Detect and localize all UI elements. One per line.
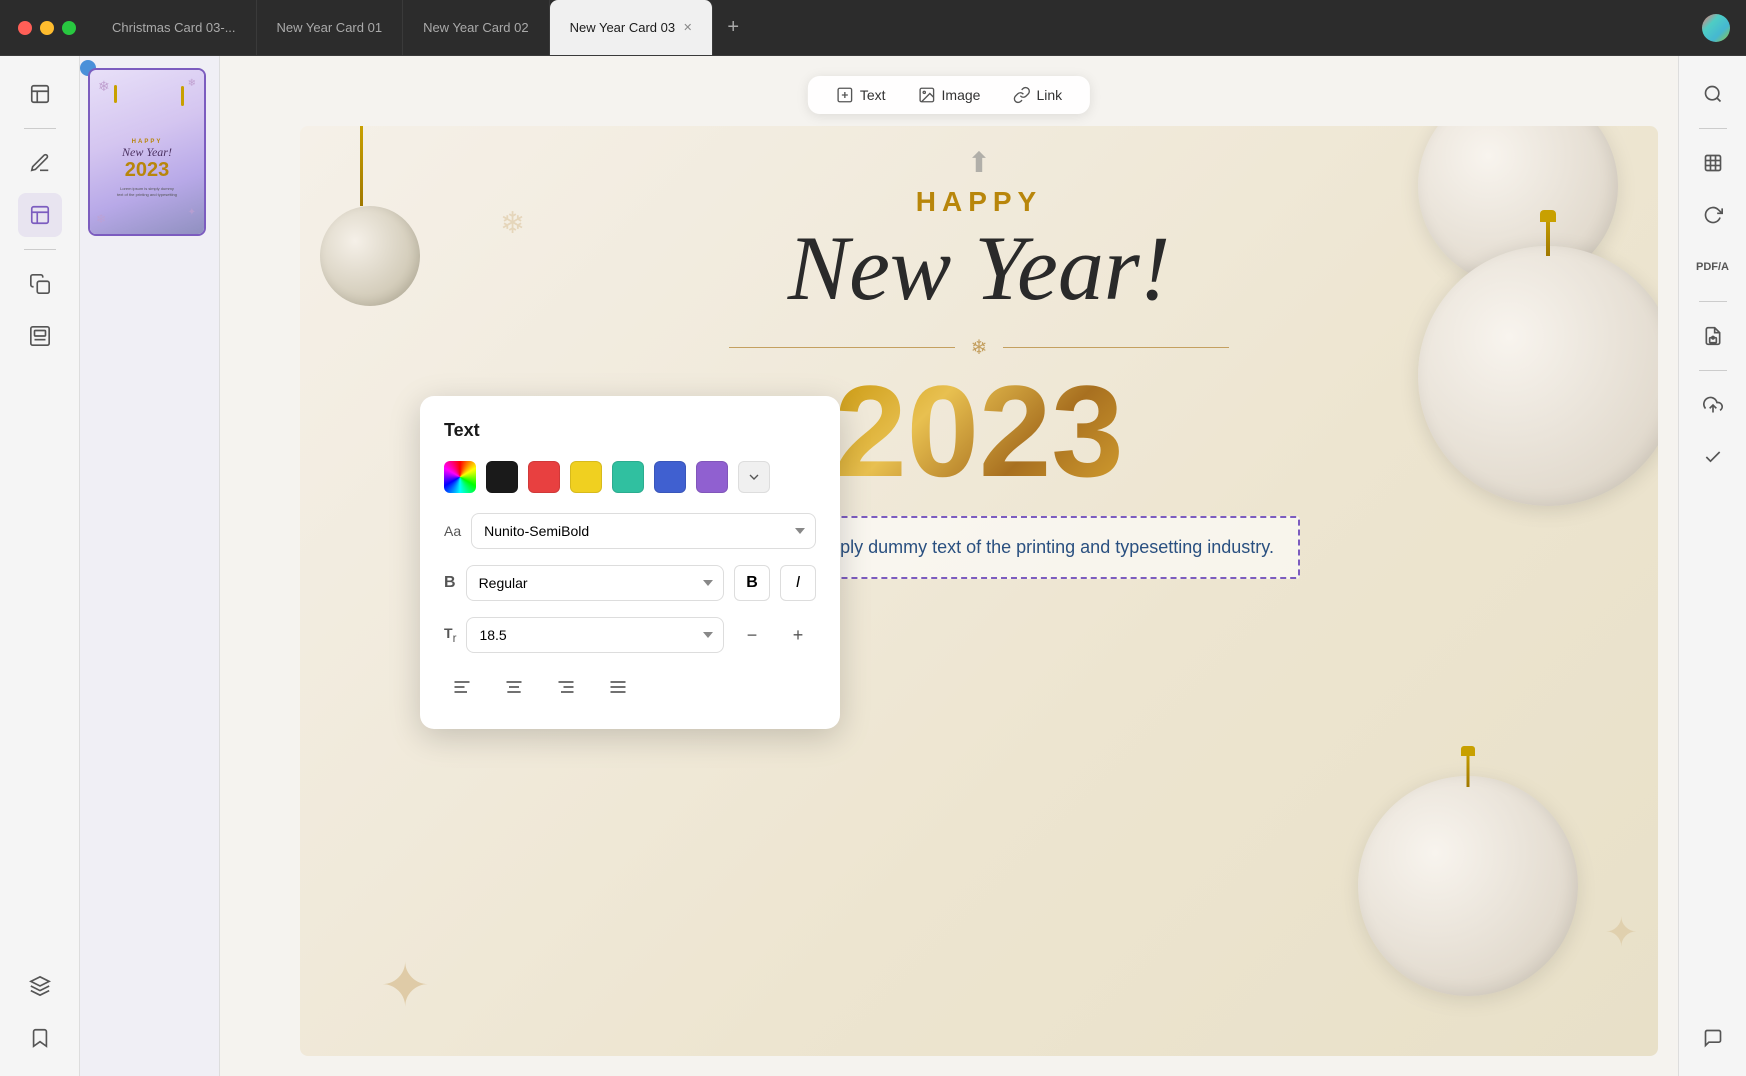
right-sep-1 bbox=[1699, 128, 1727, 129]
ornament-bottom-right bbox=[1358, 776, 1578, 996]
align-row bbox=[444, 669, 816, 705]
color-swatch-purple[interactable] bbox=[696, 461, 728, 493]
chat-icon[interactable] bbox=[1691, 1016, 1735, 1060]
link-tool-label: Link bbox=[1036, 87, 1062, 103]
divider-snowflake: ❄ bbox=[971, 335, 988, 360]
sidebar-icon-layers[interactable] bbox=[18, 964, 62, 1008]
tab-new-year-03[interactable]: New Year Card 03 ✕ bbox=[550, 0, 714, 55]
profile-avatar[interactable] bbox=[1702, 14, 1730, 42]
color-swatch-teal[interactable] bbox=[612, 461, 644, 493]
image-tool-button[interactable]: Image bbox=[918, 86, 981, 104]
right-sep-3 bbox=[1699, 370, 1727, 371]
ornament-right-mid bbox=[1418, 246, 1658, 506]
color-more-button[interactable] bbox=[738, 461, 770, 493]
text-tool-label: Text bbox=[860, 87, 886, 103]
right-sidebar: PDF/A bbox=[1678, 56, 1746, 1076]
size-decrease-button[interactable]: − bbox=[734, 617, 770, 653]
bold-button[interactable]: B bbox=[734, 565, 770, 601]
snowflake-right-bottom: ✦ bbox=[1604, 910, 1638, 956]
titlebar: Christmas Card 03-... New Year Card 01 N… bbox=[0, 0, 1746, 56]
color-palette-icon[interactable] bbox=[444, 461, 476, 493]
traffic-lights bbox=[0, 21, 76, 35]
sidebar-sep-1 bbox=[24, 128, 56, 129]
text-panel-title: Text bbox=[444, 420, 816, 441]
text-tool-button[interactable]: Text bbox=[836, 86, 886, 104]
refresh-icon[interactable] bbox=[1691, 193, 1735, 237]
content-area: Text Image Link bbox=[220, 56, 1678, 1076]
card-year: 2023 bbox=[834, 366, 1123, 496]
image-tool-label: Image bbox=[942, 87, 981, 103]
sidebar-sep-2 bbox=[24, 249, 56, 250]
font-icon-label: Aa bbox=[444, 523, 461, 539]
size-select[interactable]: 18.5 12 14 16 20 24 bbox=[466, 617, 724, 653]
color-swatch-blue[interactable] bbox=[654, 461, 686, 493]
style-row: B Regular Bold Italic Bold Italic B I bbox=[444, 565, 816, 601]
check-send-icon[interactable] bbox=[1691, 435, 1735, 479]
sidebar-icon-pen[interactable] bbox=[18, 141, 62, 185]
card-new-year: New Year! bbox=[788, 218, 1171, 319]
color-swatch-red[interactable] bbox=[528, 461, 560, 493]
thumbnail-panel: ❄ ❄ HAPPY New Year! 2023 Lorem ipsum is … bbox=[80, 56, 220, 1076]
color-swatch-yellow[interactable] bbox=[570, 461, 602, 493]
color-swatch-black[interactable] bbox=[486, 461, 518, 493]
editor-toolbar: Text Image Link bbox=[808, 76, 1090, 114]
right-sep-2 bbox=[1699, 301, 1727, 302]
close-tab-icon[interactable]: ✕ bbox=[683, 21, 692, 34]
fullscreen-button[interactable] bbox=[62, 21, 76, 35]
bold-icon-label: B bbox=[444, 574, 456, 592]
search-icon[interactable] bbox=[1691, 72, 1735, 116]
tab-new-year-01[interactable]: New Year Card 01 bbox=[257, 0, 404, 55]
tab-new-year-02[interactable]: New Year Card 02 bbox=[403, 0, 550, 55]
divider-line-left bbox=[729, 347, 955, 348]
pdf-icon[interactable]: PDF/A bbox=[1691, 245, 1735, 289]
main-layout: ❄ ❄ HAPPY New Year! 2023 Lorem ipsum is … bbox=[0, 56, 1746, 1076]
card-divider: ❄ bbox=[729, 335, 1229, 360]
ornament-left-top bbox=[320, 206, 420, 306]
minimize-button[interactable] bbox=[40, 21, 54, 35]
divider-line-right bbox=[1003, 347, 1229, 348]
snowflake-mid: ❄ bbox=[500, 206, 525, 241]
size-icon-label: Tr bbox=[444, 625, 456, 645]
font-row: Aa Nunito-SemiBold Arial Georgia Helveti… bbox=[444, 513, 816, 549]
add-tab-button[interactable]: + bbox=[713, 0, 753, 55]
card-text-area: HAPPY New Year! bbox=[788, 166, 1171, 319]
link-tool-button[interactable]: Link bbox=[1012, 86, 1062, 104]
snowflake-bottom-left: ✦ bbox=[380, 956, 430, 1016]
italic-button[interactable]: I bbox=[780, 565, 816, 601]
upload-icon[interactable] bbox=[1691, 383, 1735, 427]
align-right-button[interactable] bbox=[548, 669, 584, 705]
file-lock-icon[interactable] bbox=[1691, 314, 1735, 358]
style-select[interactable]: Regular Bold Italic Bold Italic bbox=[466, 565, 724, 601]
align-justify-button[interactable] bbox=[600, 669, 636, 705]
color-row bbox=[444, 461, 816, 493]
sidebar-icon-bookmark[interactable] bbox=[18, 1016, 62, 1060]
chat-icon-wrapper[interactable] bbox=[1691, 1016, 1735, 1060]
tab-bar: Christmas Card 03-... New Year Card 01 N… bbox=[92, 0, 1702, 55]
size-increase-button[interactable]: + bbox=[780, 617, 816, 653]
thumbnail-card-1[interactable]: ❄ ❄ HAPPY New Year! 2023 Lorem ipsum is … bbox=[88, 68, 206, 236]
text-panel: Text Aa Nunito-SemiB bbox=[420, 396, 840, 729]
ornament-string-1 bbox=[360, 126, 363, 206]
sidebar-icon-pages[interactable] bbox=[18, 314, 62, 358]
font-select[interactable]: Nunito-SemiBold Arial Georgia Helvetica bbox=[471, 513, 816, 549]
ocr-icon[interactable] bbox=[1691, 141, 1735, 185]
sidebar-icon-copy[interactable] bbox=[18, 262, 62, 306]
align-left-button[interactable] bbox=[444, 669, 480, 705]
tab-christmas-card[interactable]: Christmas Card 03-... bbox=[92, 0, 257, 55]
align-center-button[interactable] bbox=[496, 669, 532, 705]
left-sidebar bbox=[0, 56, 80, 1076]
card-happy: HAPPY bbox=[788, 186, 1171, 218]
sidebar-icon-template[interactable] bbox=[18, 193, 62, 237]
sidebar-icon-book[interactable] bbox=[18, 72, 62, 116]
close-button[interactable] bbox=[18, 21, 32, 35]
size-row: Tr 18.5 12 14 16 20 24 − + bbox=[444, 617, 816, 653]
